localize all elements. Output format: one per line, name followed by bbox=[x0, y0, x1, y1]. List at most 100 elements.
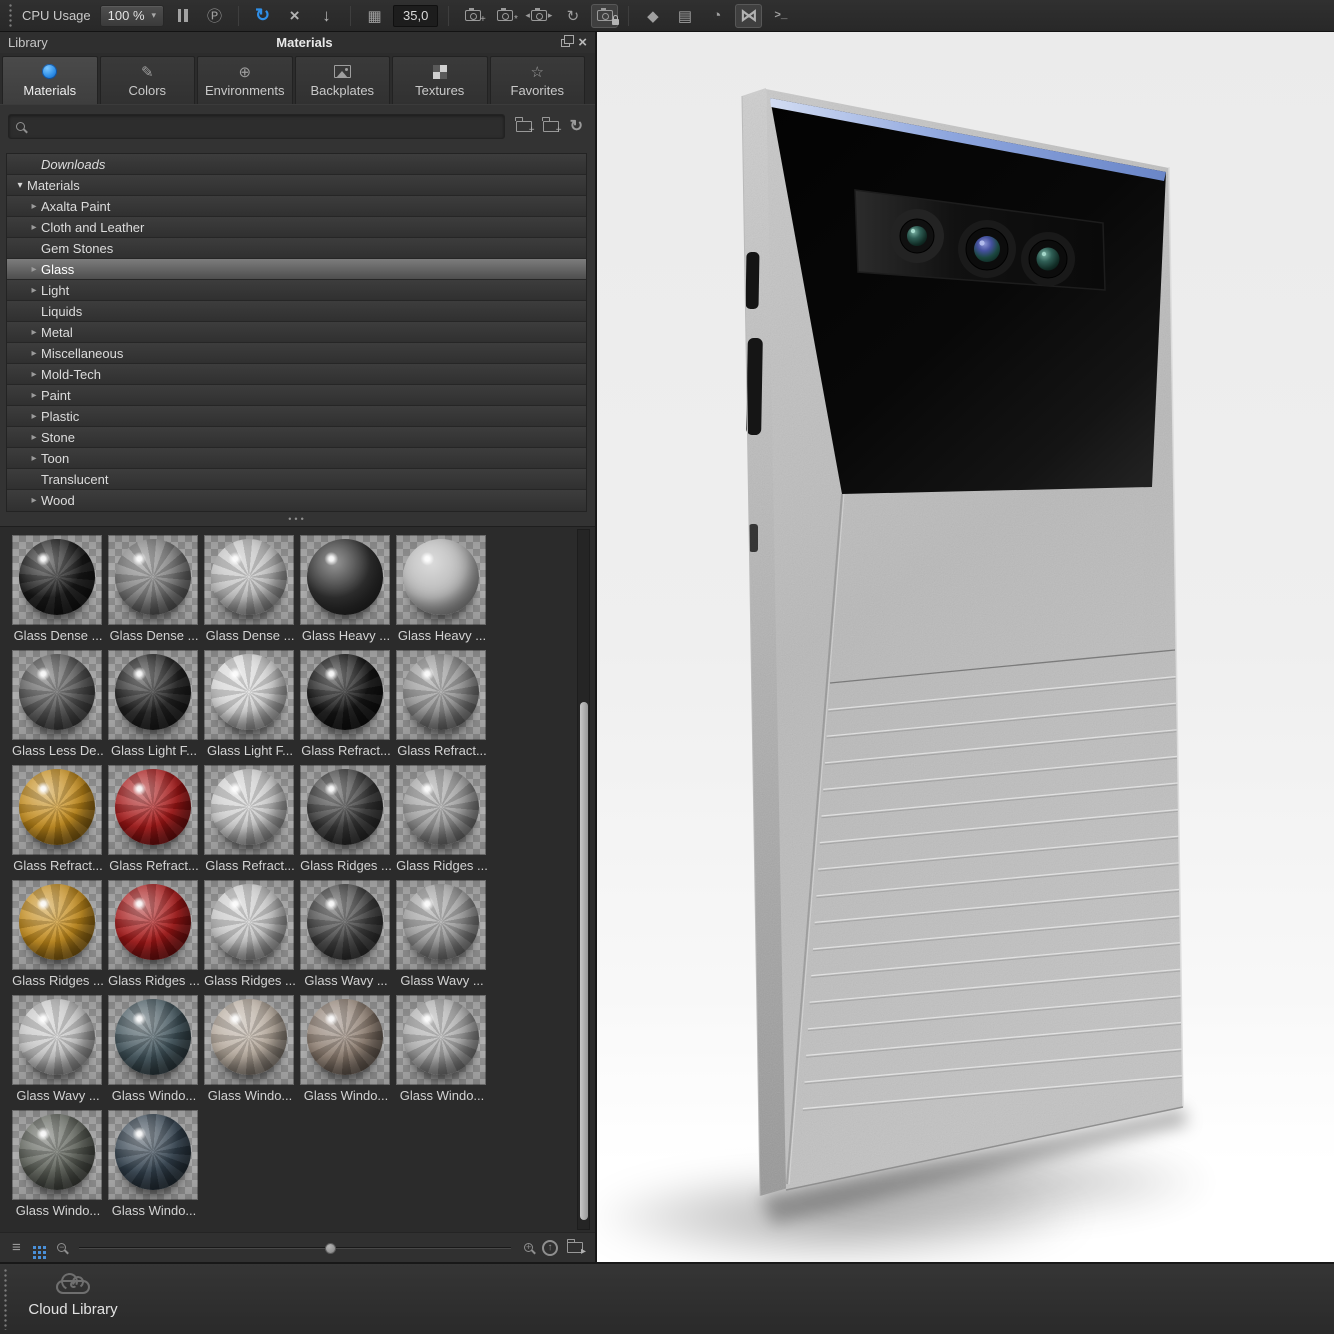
cycle-camera-button[interactable]: ◂ ▸ bbox=[523, 4, 554, 28]
project-panel-button[interactable]: ▤ bbox=[671, 4, 698, 28]
add-folder-icon[interactable]: + bbox=[515, 117, 535, 135]
material-thumbnail[interactable]: Glass Dense ... bbox=[108, 535, 200, 643]
camera-settings-button[interactable]: * bbox=[491, 4, 518, 28]
panel-splitter[interactable]: ••• bbox=[0, 512, 595, 526]
material-thumbnail[interactable]: Glass Ridges ... bbox=[300, 765, 392, 873]
material-thumbnail[interactable]: Glass Ridges ... bbox=[396, 765, 488, 873]
main-toolbar: CPU Usage 100 % ▾ Ⓟ ↻ × ↓ ▦ 35,0 + * ◂ ▸… bbox=[0, 0, 1334, 32]
material-thumbnail[interactable]: Glass Refract... bbox=[108, 765, 200, 873]
scrollbar-thumb[interactable] bbox=[579, 702, 588, 1220]
material-library-button[interactable]: ◆ bbox=[639, 4, 666, 28]
material-thumbnail[interactable]: Glass Windo... bbox=[108, 995, 200, 1103]
node-graph-icon: ⋈ bbox=[740, 5, 758, 25]
zoom-in-icon[interactable]: + bbox=[524, 1242, 533, 1252]
performance-mode-button[interactable]: Ⓟ bbox=[201, 4, 228, 28]
material-thumbnail[interactable]: Glass Windo... bbox=[396, 995, 488, 1103]
tree-item-label: Downloads bbox=[41, 156, 106, 172]
cpu-usage-dropdown[interactable]: 100 % ▾ bbox=[99, 4, 165, 27]
pause-button[interactable] bbox=[169, 4, 196, 28]
scripting-console-button[interactable]: >_ bbox=[767, 4, 794, 28]
open-folder-icon[interactable]: ▸ bbox=[566, 1238, 586, 1257]
tab-environments[interactable]: ⊕ Environments bbox=[197, 56, 293, 104]
grid-scrollbar[interactable] bbox=[577, 529, 590, 1230]
tree-item-translucent[interactable]: Translucent bbox=[7, 469, 586, 490]
tree-item-miscellaneous[interactable]: ▸ Miscellaneous bbox=[7, 343, 586, 364]
tree-item-mold-tech[interactable]: ▸ Mold-Tech bbox=[7, 364, 586, 385]
tab-colors[interactable]: ✎ Colors bbox=[99, 56, 195, 104]
tree-item-gem-stones[interactable]: Gem Stones bbox=[7, 238, 586, 259]
refresh-library-icon[interactable]: ↻ bbox=[570, 116, 583, 136]
render-viewport[interactable] bbox=[597, 32, 1334, 1262]
material-thumbnail[interactable]: Glass Heavy ... bbox=[300, 535, 392, 643]
tree-item-wood[interactable]: ▸ Wood bbox=[7, 490, 586, 511]
material-thumbnail[interactable]: Glass Wavy ... bbox=[12, 995, 104, 1103]
lock-camera-button[interactable] bbox=[591, 3, 619, 28]
add-camera-button[interactable]: + bbox=[459, 4, 486, 28]
undock-icon[interactable] bbox=[561, 34, 575, 47]
viewport-canvas[interactable] bbox=[597, 32, 1334, 1262]
material-thumbnail[interactable]: Glass Dense ... bbox=[204, 535, 296, 643]
material-thumbnail[interactable]: Glass Wavy ... bbox=[300, 880, 392, 988]
material-thumbnail[interactable]: Glass Windo... bbox=[108, 1110, 200, 1218]
grid-view-icon[interactable] bbox=[32, 1245, 37, 1250]
material-thumbnail[interactable]: Glass Refract... bbox=[396, 650, 488, 758]
material-thumbnail[interactable]: Glass Light F... bbox=[204, 650, 296, 758]
material-thumbnail[interactable]: Glass Ridges ... bbox=[108, 880, 200, 988]
tree-arrow-icon: ▸ bbox=[31, 410, 37, 422]
tab-backplates[interactable]: Backplates bbox=[294, 56, 390, 104]
material-thumbnail[interactable]: Glass Less De... bbox=[12, 650, 104, 758]
reset-camera-button[interactable]: ↻ bbox=[559, 4, 586, 28]
toolbar-drag-handle[interactable] bbox=[8, 2, 13, 29]
tree-item-axalta-paint[interactable]: ▸ Axalta Paint bbox=[7, 196, 586, 217]
list-view-icon[interactable]: ≡ bbox=[12, 1239, 21, 1256]
zoom-out-icon[interactable]: − bbox=[57, 1242, 67, 1252]
focal-length-field[interactable]: 35,0 bbox=[393, 4, 439, 27]
material-graph-button[interactable]: ⋈ bbox=[735, 3, 763, 28]
tree-item-cloth-and-leather[interactable]: ▸ Cloth and Leather bbox=[7, 217, 586, 238]
tree-item-glass[interactable]: ▸ Glass bbox=[7, 259, 586, 280]
cloud-library-button[interactable]: Cloud Library bbox=[18, 1280, 128, 1318]
tab-materials[interactable]: Materials bbox=[2, 56, 98, 104]
tree-item-light[interactable]: ▸ Light bbox=[7, 280, 586, 301]
material-thumbnail[interactable]: Glass Windo... bbox=[12, 1110, 104, 1218]
slider-handle[interactable] bbox=[324, 1242, 336, 1254]
upload-icon[interactable]: ↑ bbox=[542, 1239, 558, 1256]
tree-item-materials[interactable]: ▾ Materials bbox=[7, 175, 586, 196]
material-thumbnail[interactable]: Glass Ridges ... bbox=[12, 880, 104, 988]
material-thumbnail[interactable]: Glass Heavy ... bbox=[396, 535, 488, 643]
tree-item-downloads[interactable]: Downloads bbox=[7, 154, 586, 175]
import-folder-icon[interactable]: + bbox=[542, 117, 562, 135]
search-input[interactable] bbox=[31, 117, 497, 135]
material-sphere bbox=[19, 769, 95, 845]
material-thumbnail[interactable]: Glass Windo... bbox=[204, 995, 296, 1103]
material-label: Glass Refract... bbox=[397, 743, 487, 758]
material-thumbnail[interactable]: Glass Wavy ... bbox=[396, 880, 488, 988]
material-thumbnail[interactable]: Glass Refract... bbox=[204, 765, 296, 873]
tab-favorites[interactable]: ☆ Favorites bbox=[489, 56, 585, 104]
tree-item-plastic[interactable]: ▸ Plastic bbox=[7, 406, 586, 427]
import-button[interactable]: ↓ bbox=[313, 4, 340, 28]
search-box[interactable] bbox=[8, 113, 505, 139]
tree-item-paint[interactable]: ▸ Paint bbox=[7, 385, 586, 406]
material-preview bbox=[12, 1110, 102, 1200]
tree-item-liquids[interactable]: Liquids bbox=[7, 301, 586, 322]
close-icon[interactable]: × bbox=[578, 35, 587, 50]
render-region-button[interactable]: ▦ bbox=[361, 4, 388, 28]
material-thumbnail[interactable]: Glass Refract... bbox=[12, 765, 104, 873]
performance-gauge-button[interactable]: ◔ bbox=[703, 4, 730, 28]
tree-item-label: Metal bbox=[41, 324, 73, 340]
material-thumbnail[interactable]: Glass Light F... bbox=[108, 650, 200, 758]
thumbnail-size-slider[interactable] bbox=[79, 1241, 511, 1255]
update-geometry-button[interactable]: ↻ bbox=[249, 4, 276, 28]
material-thumbnail[interactable]: Glass Refract... bbox=[300, 650, 392, 758]
tree-item-toon[interactable]: ▸ Toon bbox=[7, 448, 586, 469]
tree-item-stone[interactable]: ▸ Stone bbox=[7, 427, 586, 448]
material-thumbnail[interactable]: Glass Ridges ... bbox=[204, 880, 296, 988]
bottombar-drag-handle[interactable] bbox=[3, 1268, 8, 1330]
tree-item-metal[interactable]: ▸ Metal bbox=[7, 322, 586, 343]
material-preview bbox=[300, 535, 390, 625]
fit-view-button[interactable]: × bbox=[281, 4, 308, 28]
tab-textures[interactable]: Textures bbox=[392, 56, 488, 104]
material-thumbnail[interactable]: Glass Windo... bbox=[300, 995, 392, 1103]
material-thumbnail[interactable]: Glass Dense ... bbox=[12, 535, 104, 643]
